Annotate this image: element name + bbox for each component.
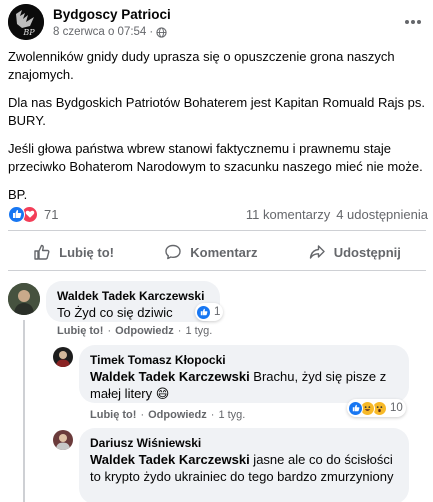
post-meta: 8 czerwca o 07:54 · [53, 26, 167, 38]
comment-button[interactable]: Komentarz [154, 239, 267, 265]
reply-text: Waldek Tadek Karczewski Brachu, żyd się … [90, 368, 398, 402]
comment-time[interactable]: 1 tyg. [185, 325, 212, 337]
thumbs-up-icon [34, 244, 50, 260]
post-paragraph: Zwolenników gnidy dudy uprasza się o opu… [8, 49, 395, 82]
stats-right: 11 komentarzy 4 udostępnienia [246, 207, 428, 222]
like-button[interactable]: Lubię to! [23, 239, 124, 265]
commenter-avatar[interactable] [8, 283, 40, 315]
reactions-summary[interactable]: 71 [8, 205, 59, 223]
reply-reactions[interactable]: 10 [347, 399, 406, 417]
share-label: Udostępnij [333, 244, 401, 260]
reply-bubble: Dariusz Wiśniewski Waldek Tadek Karczews… [79, 428, 409, 502]
like-label: Lubię to! [59, 244, 115, 260]
like-reaction-icon [196, 304, 211, 320]
reply-actions: Lubię to! · Odpowiedz · 1 tyg. [90, 409, 245, 421]
reply-like-link[interactable]: Lubię to! [90, 409, 136, 421]
post-header: BP Bydgoscy Patrioci 8 czerwca o 07:54 · [0, 0, 433, 44]
reply-reaction-count: 10 [390, 402, 403, 414]
shares-count[interactable]: 4 udostępnienia [336, 207, 428, 222]
like-reaction-icon [348, 400, 363, 416]
comment-bubble: Waldek Tadek Karczewski To Żyd co się dz… [46, 281, 220, 322]
mention-link[interactable]: Waldek Tadek Karczewski [90, 369, 250, 384]
replier-avatar[interactable] [53, 430, 73, 450]
comment-reply-link[interactable]: Odpowiedz [115, 325, 174, 337]
post-date[interactable]: 8 czerwca o 07:54 [53, 26, 146, 38]
comment-reactions[interactable]: 1 [195, 303, 224, 321]
post-paragraph: Jeśli głowa państwa wbrew stanowi faktyc… [8, 141, 423, 174]
divider [8, 230, 426, 231]
post-text: Zwolenników gnidy dudy uprasza się o opu… [8, 48, 428, 215]
reply-text: Waldek Tadek Karczewski jasne ale co do … [90, 451, 398, 485]
share-button[interactable]: Udostępnij [298, 239, 411, 265]
post-actions: Lubię to! Komentarz Udostępnij [8, 236, 426, 268]
like-reaction-icon [8, 205, 25, 223]
post-paragraph: Dla nas Bydgoskich Patriotów Bohaterem j… [8, 95, 425, 128]
share-icon [309, 245, 325, 259]
reply-author[interactable]: Dariusz Wiśniewski [90, 435, 398, 451]
reply-time[interactable]: 1 tyg. [218, 409, 245, 421]
comment-text: To Żyd co się dziwic [57, 305, 173, 320]
comment-like-link[interactable]: Lubię to! [57, 325, 103, 337]
more-options-button[interactable] [401, 10, 425, 34]
separator: · [177, 325, 182, 337]
post-stats: 71 11 komentarzy 4 udostępnienia [8, 204, 428, 224]
reaction-count: 71 [44, 206, 59, 222]
reply-reply-link[interactable]: Odpowiedz [148, 409, 207, 421]
comment-label: Komentarz [190, 244, 258, 260]
globe-icon [156, 26, 167, 38]
reply-author[interactable]: Timek Tomasz Kłopocki [90, 352, 398, 368]
separator: · [107, 325, 112, 337]
replier-avatar[interactable] [53, 347, 73, 367]
thread-line [23, 320, 25, 502]
comment-reaction-count: 1 [214, 306, 221, 318]
comments-count[interactable]: 11 komentarzy [246, 207, 330, 222]
comment-icon [165, 244, 181, 260]
separator: · [140, 409, 145, 421]
comment-actions: Lubię to! · Odpowiedz · 1 tyg. [57, 325, 212, 337]
divider [8, 270, 426, 271]
page-avatar[interactable]: BP [8, 4, 44, 40]
mention-link[interactable]: Waldek Tadek Karczewski [90, 452, 250, 467]
page-name[interactable]: Bydgoscy Patrioci [53, 7, 171, 22]
separator: · [210, 409, 215, 421]
svg-text:BP: BP [22, 28, 35, 37]
comment-author[interactable]: Waldek Tadek Karczewski [57, 288, 209, 304]
post-paragraph: BP. [8, 187, 28, 202]
reply-bubble: Timek Tomasz Kłopocki Waldek Tadek Karcz… [79, 345, 409, 403]
more-dots-icon [405, 20, 421, 24]
meta-separator: · [149, 26, 154, 38]
